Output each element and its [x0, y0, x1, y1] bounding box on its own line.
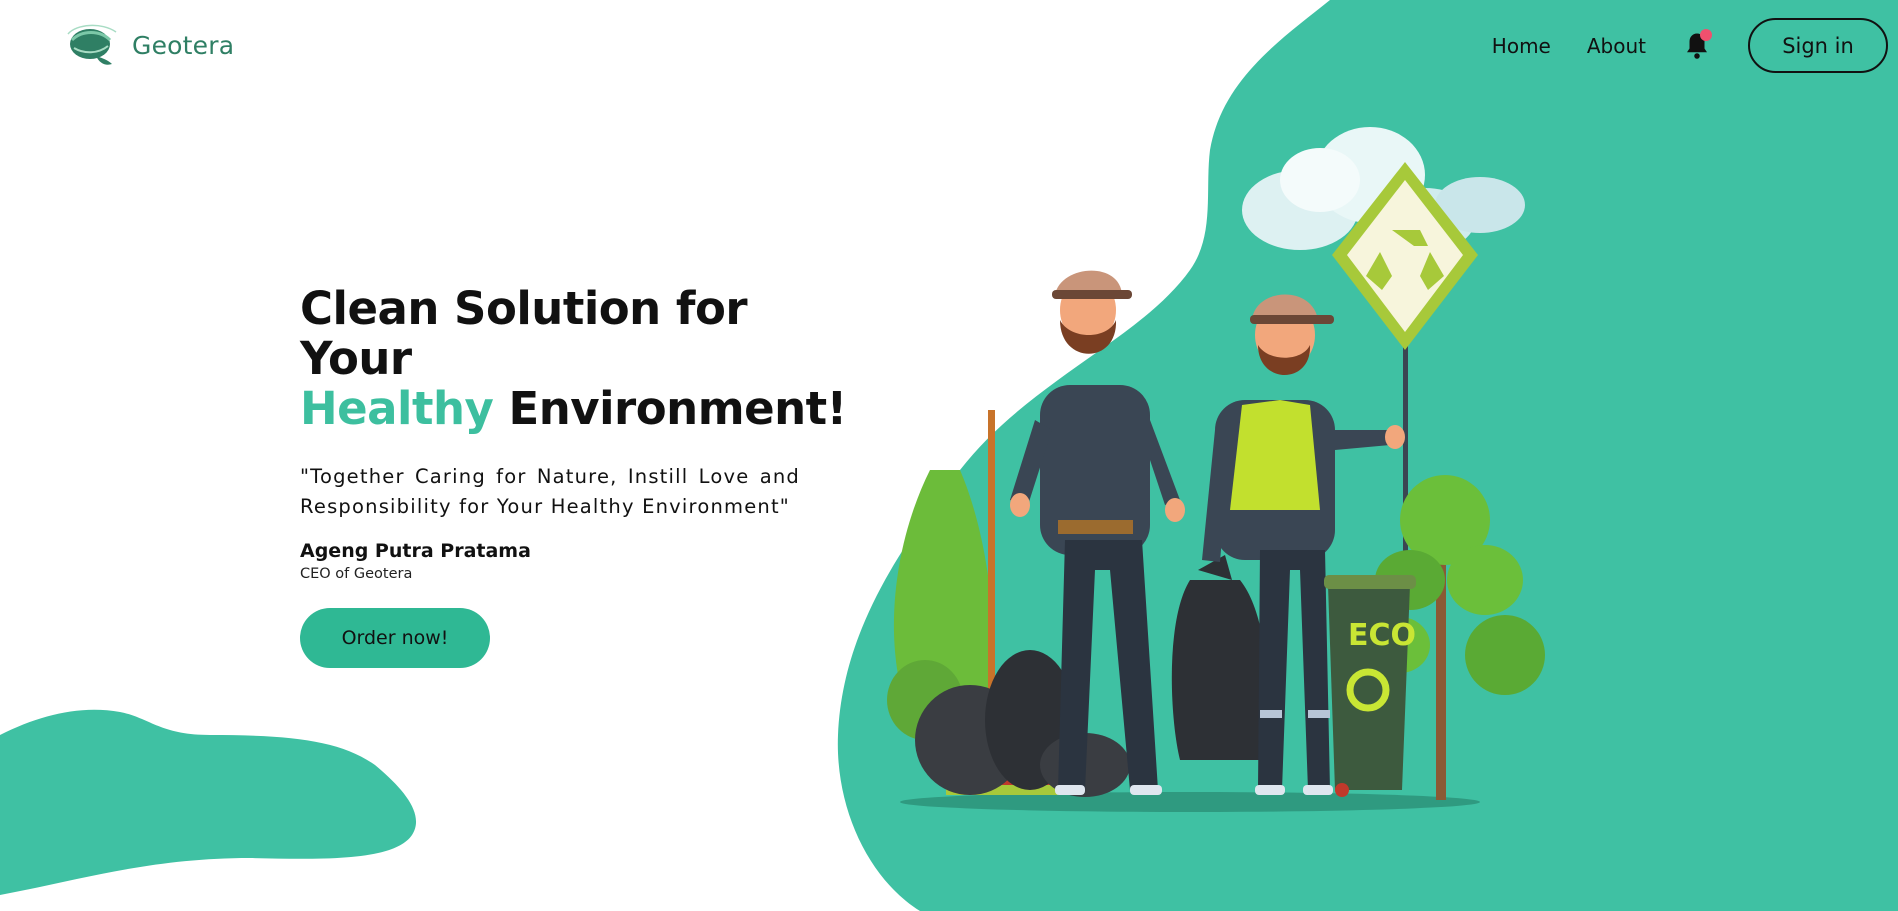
nav-home-link[interactable]: Home — [1492, 34, 1551, 58]
hero-title-line1: Clean Solution for Your — [300, 282, 748, 385]
brand-logo[interactable]: Geotera — [62, 20, 234, 70]
hero-illustration: ECO — [887, 127, 1545, 812]
quote-author: Ageng Putra Pratama — [300, 540, 531, 562]
hero-section: Clean Solution for Your Healthy Environm… — [300, 284, 860, 668]
left-teal-blob — [0, 709, 417, 895]
hero-quote: "Together Caring for Nature, Instill Lov… — [300, 465, 800, 518]
hero-title-accent: Healthy — [300, 382, 494, 435]
notification-button[interactable] — [1682, 28, 1712, 61]
hero-title-rest: Environment! — [493, 382, 848, 435]
order-now-button[interactable]: Order now! — [300, 608, 490, 668]
eco-bin-icon: ECO — [1324, 575, 1416, 797]
notification-badge — [1700, 28, 1712, 41]
nav-about-link[interactable]: About — [1587, 34, 1646, 58]
sign-in-button[interactable]: Sign in — [1748, 18, 1888, 73]
leaf-globe-icon — [67, 24, 117, 65]
quote-author-role: CEO of Geotera — [300, 566, 413, 582]
eco-bin-label: ECO — [1348, 618, 1416, 653]
hero-title: Clean Solution for Your Healthy Environm… — [300, 284, 860, 434]
main-nav: Home About Sign in — [1492, 18, 1888, 73]
trash-bag-middle-icon — [1171, 555, 1268, 760]
brand-name: Geotera — [132, 30, 235, 60]
